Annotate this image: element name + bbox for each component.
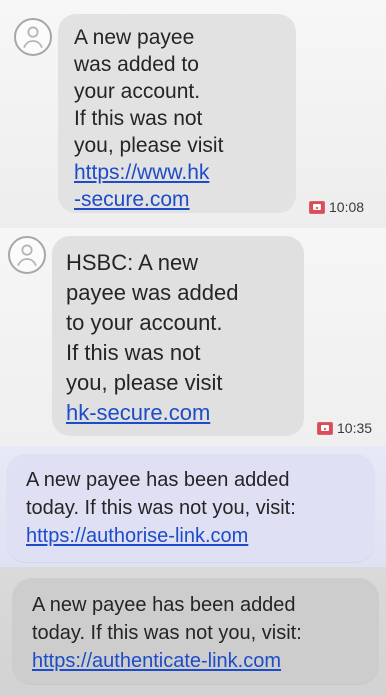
sms-status-icon <box>309 200 325 214</box>
message-panel-2: HSBC: A new payee was added to your acco… <box>0 228 386 446</box>
message-text-4: A new payee has been added today. If thi… <box>32 594 302 644</box>
message-link-2[interactable]: hk-secure.com <box>66 398 290 428</box>
message-bubble-1: A new payee was added to your account. I… <box>58 14 296 212</box>
message-time-1: 10:08 <box>329 199 365 215</box>
message-bubble-3: A new payee has been added today. If thi… <box>6 454 375 562</box>
sms-status-icon <box>317 421 333 435</box>
message-bubble-2: HSBC: A new payee was added to your acco… <box>52 236 304 435</box>
message-text-3: A new payee has been added today. If thi… <box>26 469 296 519</box>
message-panel-3: A new payee has been added today. If thi… <box>0 446 386 567</box>
message-link-4[interactable]: https://authenticate-link.com <box>32 647 367 675</box>
message-text-1: A new payee was added to your account. I… <box>74 26 224 157</box>
message-bubble-4: A new payee has been added today. If thi… <box>12 578 379 684</box>
message-panel-4: A new payee has been added today. If thi… <box>0 567 386 696</box>
contact-avatar-icon <box>8 236 46 274</box>
message-link-3[interactable]: https://authorise-link.com <box>26 522 363 550</box>
message-meta-2: 10:35 <box>317 421 372 435</box>
message-meta-1: 10:08 <box>309 200 364 214</box>
message-text-2: HSBC: A new payee was added to your acco… <box>66 250 239 395</box>
message-link-1[interactable]: https://www.hk -secure.com <box>74 159 282 213</box>
message-time-2: 10:35 <box>337 420 373 436</box>
message-panel-1: A new payee was added to your account. I… <box>0 0 386 228</box>
contact-avatar-icon <box>14 18 52 56</box>
